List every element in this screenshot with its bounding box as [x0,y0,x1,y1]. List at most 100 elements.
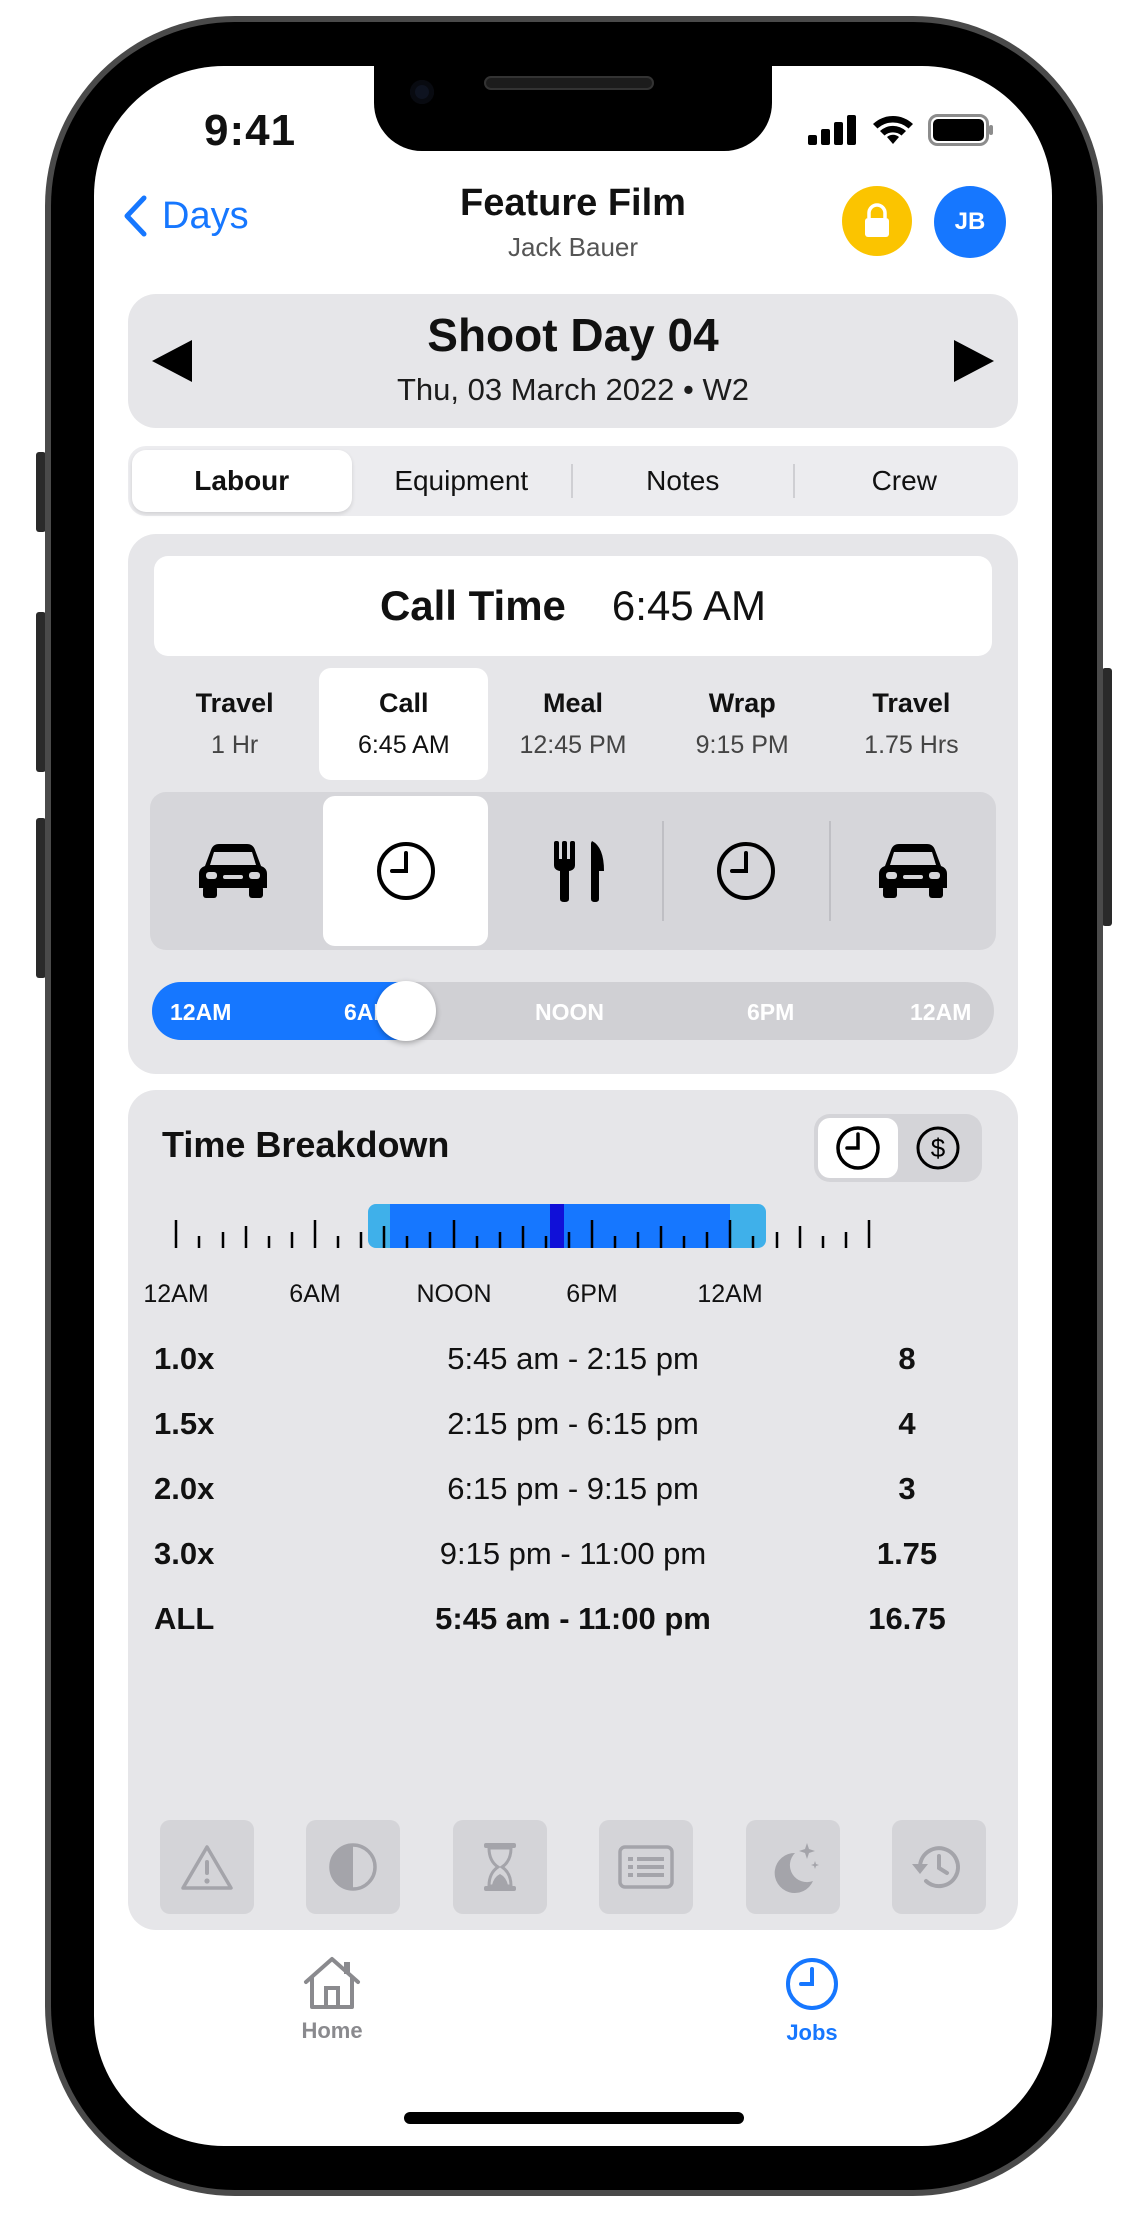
call-time-label: Call Time [379,582,566,629]
time-view-button[interactable] [818,1118,898,1178]
labour-card: Call Time 6:45 AM Travel 1 Hr Call 6:45 … [128,534,1018,1074]
view-toggle: $ [814,1114,982,1182]
phase-call[interactable]: Call 6:45 AM [319,668,489,780]
rate-cell: 1.5x [154,1405,215,1441]
car-icon [198,844,267,898]
clock-icon [786,1958,838,2010]
phase-meal[interactable]: Meal 12:45 PM [488,668,657,780]
travel-out-icon-button[interactable] [831,792,996,950]
warning-button[interactable] [160,1820,254,1914]
rate-cell: 2.0x [154,1470,215,1506]
meal-icon-button[interactable] [496,792,661,950]
range-cell: 9:15 pm - 11:00 pm [439,1535,707,1571]
tab-label: Notes [646,465,720,496]
night-button[interactable] [745,1820,840,1914]
history-icon [911,1846,960,1889]
phase-travel-in[interactable]: Travel 1 Hr [150,668,319,780]
next-day-icon[interactable] [954,340,994,382]
dollar-icon: $ [916,1126,960,1170]
contrast-icon [329,1843,378,1891]
day-title: Shoot Day 04 [427,309,719,361]
day-subtitle: Thu, 03 March 2022 • W2 [396,372,750,407]
phase-title: Meal [542,688,604,718]
tab-equipment[interactable]: Equipment [352,450,572,512]
status-icons [808,114,994,146]
clock-icon [836,1126,880,1170]
call-time-display[interactable]: Call Time 6:45 AM [154,556,992,656]
signal-icon [808,115,856,145]
home-icon [304,1957,360,2009]
phase-title: Travel [195,688,274,718]
contrast-button[interactable] [306,1820,401,1914]
tab-label: Labour [194,465,290,496]
phase-list: Travel 1 Hr Call 6:45 AM Meal 12:45 PM W… [150,668,996,780]
tab-labour[interactable]: Labour [132,450,352,512]
table-row: 1.0x 5:45 am - 2:15 pm 8 [154,1326,992,1391]
phase-time: 12:45 PM [519,731,627,759]
tabbar-label: Jobs [786,2020,838,2045]
lock-button[interactable] [842,186,912,256]
list-icon [618,1845,674,1889]
home-indicator[interactable] [404,2112,744,2124]
rate-table: 1.0x 5:45 am - 2:15 pm 8 1.5x 2:15 pm - … [154,1326,992,1651]
clock-icon [376,842,435,900]
tab-notes[interactable]: Notes [573,450,793,512]
slider-label: 12AM [170,999,232,1025]
moon-stars-icon [774,1843,819,1893]
call-time-value: 6:45 AM [611,582,767,629]
phase-travel-out[interactable]: Travel 1.75 Hrs [827,668,996,780]
status-time: 9:41 [204,106,297,155]
cost-view-button[interactable]: $ [898,1118,978,1178]
hourglass-button[interactable] [452,1820,547,1914]
table-row: 2.0x 6:15 pm - 9:15 pm 3 [154,1456,992,1521]
phase-time: 1 Hr [210,731,259,759]
range-cell: 6:15 pm - 9:15 pm [447,1470,699,1506]
phase-wrap[interactable]: Wrap 9:15 PM [658,668,827,780]
time-slider[interactable]: 12AM 6AM NOON 6PM 12AM [152,981,994,1041]
tabbar-label: Home [301,2018,363,2043]
range-cell: 2:15 pm - 6:15 pm [447,1405,699,1441]
range-cell: 5:45 am - 11:00 pm [435,1600,711,1636]
hours-cell: 3 [898,1470,916,1506]
timeline-axis-label: 12AM [697,1280,763,1308]
time-breakdown-card: Time Breakdown $ 12AM 6AM NOON 6PM 12AM … [128,1090,1018,1930]
call-icon-button[interactable] [323,796,489,946]
slider-label: NOON [535,999,604,1025]
range-cell: 5:45 am - 2:15 pm [447,1340,699,1376]
hours-cell: 1.75 [876,1535,938,1571]
cutlery-icon [554,841,604,902]
clock-icon [717,842,776,900]
timeline-axis-label: 6AM [289,1280,341,1308]
warning-icon [181,1845,233,1890]
option-icon-row [160,1820,986,1914]
phase-title: Call [379,688,429,718]
travel-in-icon-button[interactable] [150,792,315,950]
slider-thumb[interactable] [376,981,436,1041]
wrap-icon-button[interactable] [664,792,829,950]
history-button[interactable] [891,1820,986,1914]
rate-cell: ALL [154,1600,215,1636]
table-row: 3.0x 9:15 pm - 11:00 pm 1.75 [154,1521,992,1586]
table-total-row: ALL 5:45 am - 11:00 pm 16.75 [154,1586,992,1651]
phase-title: Wrap [708,688,776,718]
tabbar-jobs[interactable]: Jobs [752,1956,872,2046]
list-button[interactable] [599,1820,694,1914]
tab-label: Crew [871,465,937,496]
timeline-axis-label: 12AM [143,1280,209,1308]
app-screen: 9:41 Days Feature Film Jack Bauer JB Sho… [94,66,1052,2146]
rate-cell: 1.0x [154,1340,215,1376]
battery-icon [928,114,993,146]
tab-crew[interactable]: Crew [795,450,1015,512]
front-camera-lens [410,80,434,104]
phase-time: 6:45 AM [357,731,450,759]
hours-cell: 8 [898,1340,916,1376]
notch [374,66,772,151]
table-row: 1.5x 2:15 pm - 6:15 pm 4 [154,1391,992,1456]
lock-icon [865,203,889,237]
rate-cell: 3.0x [154,1535,215,1571]
slider-label: 12AM [910,999,972,1025]
phase-time: 1.75 Hrs [864,731,959,759]
tabbar-home[interactable]: Home [272,1956,392,2044]
avatar[interactable]: JB [934,186,1006,258]
timeline-axis-label: 6PM [566,1280,618,1308]
